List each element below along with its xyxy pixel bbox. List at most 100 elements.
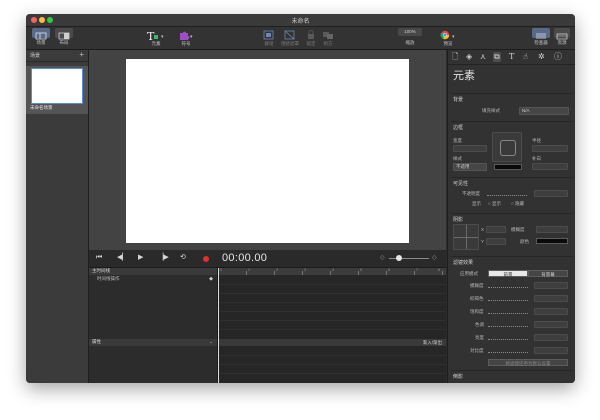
filter-hue-field[interactable]	[534, 321, 568, 328]
symbols-toolbar-button[interactable]: ▾ 符号	[174, 28, 198, 47]
apply-mode-background[interactable]: 背景幕	[528, 270, 568, 277]
typography-icon[interactable]: T	[509, 52, 514, 62]
sliders-icon	[532, 28, 550, 39]
filter-blur-field[interactable]	[534, 282, 568, 289]
actions-hand-icon[interactable]: ☝	[523, 52, 528, 62]
filter-blur-label: 模糊度	[470, 283, 484, 288]
group-toolbar-button[interactable]: 群组	[260, 28, 278, 47]
ruler-mark: 4	[332, 268, 334, 272]
section-divider	[451, 213, 573, 214]
timeline-zoom-slider[interactable]	[389, 258, 429, 259]
shadow-color-swatch[interactable]	[536, 238, 568, 244]
track-divider	[218, 293, 446, 294]
zoom-control[interactable]: 100% 缩放	[397, 28, 423, 46]
scene-canvas[interactable]	[126, 59, 409, 243]
library-icon	[554, 28, 570, 40]
filter-brightness-label: 亮度	[475, 335, 484, 340]
gear-icon[interactable]: ✲	[538, 52, 545, 62]
scene-thumbnail[interactable]	[31, 68, 83, 104]
add-scene-icon[interactable]: +	[79, 50, 84, 59]
filter-sepia-slider[interactable]	[488, 300, 528, 302]
section-divider	[451, 93, 573, 94]
radius-field[interactable]	[532, 145, 568, 152]
zoom-out-icon[interactable]: ◇	[380, 254, 385, 261]
display-shown-radio[interactable]: ○ 显示	[488, 201, 501, 207]
filter-sepia-field[interactable]	[534, 295, 568, 302]
document-icon[interactable]: 🗋	[452, 52, 458, 62]
zoom-in-icon[interactable]: ◇	[432, 254, 437, 261]
filter-contrast-slider[interactable]	[488, 352, 528, 354]
display-label: 显示	[472, 201, 481, 206]
opacity-slider[interactable]	[487, 195, 527, 197]
border-style-select[interactable]: 不适用	[453, 163, 487, 171]
layers-icon[interactable]: ◈	[466, 52, 472, 62]
ruler-mark: 1	[248, 268, 250, 272]
border-width-field[interactable]	[453, 145, 487, 152]
play-icon[interactable]: ▶	[138, 254, 143, 262]
filter-brightness-field[interactable]	[534, 334, 568, 341]
scenes-toolbar-button[interactable]: 场景	[30, 28, 52, 46]
skip-start-icon[interactable]: ⏮	[96, 254, 102, 262]
loop-icon[interactable]: ⟲	[180, 254, 186, 262]
title-bar: 未命名	[26, 14, 575, 27]
group-label: 群组	[264, 41, 274, 46]
element-properties-icon[interactable]: ⧉	[493, 52, 501, 62]
keyframe-diamond-icon[interactable]: ◆	[209, 276, 213, 282]
background-section-title: 背景	[453, 97, 464, 103]
apply-mode-foreground[interactable]: 前景	[488, 270, 528, 277]
ruler-mark: 7	[416, 268, 418, 272]
timeline-actions-row[interactable]: 时间线操作 ◆	[89, 276, 217, 283]
zoom-field[interactable]: 100%	[398, 28, 422, 36]
track-divider	[218, 311, 446, 312]
inspector-toolbar-button[interactable]: 检查器	[530, 28, 552, 46]
filter-hue-slider[interactable]	[488, 326, 528, 328]
elements-toolbar-button[interactable]: T ▾ 元素	[144, 28, 168, 47]
app-window: 未命名 场景 布局 T ▾ 元素 ▾ 符号 群组 围绕遮罩 锁定 组方 100%…	[26, 14, 575, 383]
shadow-blur-field[interactable]	[536, 226, 568, 233]
step-back-icon[interactable]: ◀▏	[117, 254, 128, 262]
border-corner-widget[interactable]	[492, 132, 522, 162]
filter-saturate-slider[interactable]	[488, 313, 528, 315]
properties-label: 属性	[92, 339, 101, 344]
step-forward-icon[interactable]: ▕▶	[158, 254, 169, 262]
group-mask-toolbar-button[interactable]: 围绕遮罩	[278, 28, 302, 47]
metrics-icon[interactable]: ⋏	[480, 52, 486, 62]
info-icon[interactable]: ⓘ	[554, 52, 562, 62]
align-toolbar-button[interactable]: 组方	[319, 28, 337, 47]
ruler-mark: 5	[360, 268, 362, 272]
elements-label: 元素	[151, 41, 161, 46]
track-divider	[218, 364, 446, 365]
preview-toolbar-button[interactable]: ▾ 预览	[436, 28, 460, 47]
filter-contrast-field[interactable]	[534, 347, 568, 354]
filter-blur-slider[interactable]	[488, 287, 528, 289]
visibility-section-title: 可见性	[453, 181, 469, 187]
padding-field[interactable]	[532, 163, 568, 170]
border-style-label: 样式	[453, 156, 462, 161]
easing-label[interactable]: 渐入/渐出	[423, 340, 442, 346]
shadow-position-pad[interactable]	[453, 224, 479, 250]
record-icon[interactable]	[203, 256, 209, 262]
shadow-y-label: Y	[481, 239, 485, 244]
timeline-ruler[interactable]: 0 1 2 3 4 5 6 7 8	[218, 268, 446, 275]
border-color-swatch[interactable]	[494, 164, 522, 170]
timeline-zoom-knob[interactable]	[396, 255, 402, 261]
properties-row[interactable]: 属性 ⌄	[89, 339, 217, 346]
layout-toolbar-button[interactable]: 布局	[53, 28, 75, 46]
timeline-tracks-list: 主时间线 时间线操作 ◆ 属性 ⌄	[89, 268, 218, 383]
reset-filters-button[interactable]: 将滤镜还原为默认设置	[488, 359, 568, 366]
display-hidden-radio[interactable]: ○ 隐藏	[511, 201, 524, 207]
section-divider	[451, 121, 573, 122]
opacity-field[interactable]	[534, 190, 568, 197]
main-timeline-row[interactable]: 主时间线	[89, 268, 217, 275]
shadow-x-field[interactable]	[486, 226, 506, 233]
chevron-down-icon[interactable]: ⌄	[209, 339, 213, 345]
resources-toolbar-button[interactable]: 资源	[552, 28, 572, 46]
fill-style-select[interactable]: N/A	[519, 107, 569, 115]
filter-brightness-slider[interactable]	[488, 339, 528, 341]
section-divider	[451, 370, 573, 371]
shadow-y-field[interactable]	[486, 238, 506, 245]
filter-saturate-field[interactable]	[534, 308, 568, 315]
shown-label: 显示	[491, 201, 501, 206]
lock-toolbar-button[interactable]: 锁定	[302, 28, 320, 47]
playhead[interactable]	[218, 268, 219, 383]
